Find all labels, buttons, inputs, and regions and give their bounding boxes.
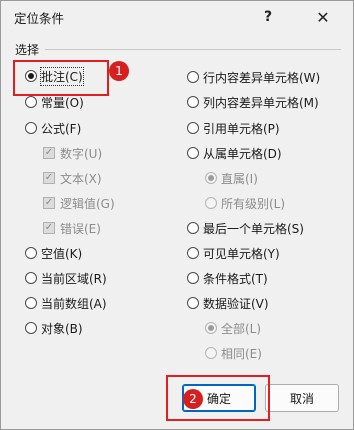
radio-dot-icon xyxy=(187,122,199,134)
radio-dot-icon xyxy=(187,297,199,309)
radio-visible-cells[interactable]: 可见单元格(Y) xyxy=(187,243,280,263)
checkmark-icon: ✓ xyxy=(43,197,55,209)
radio-dot-icon xyxy=(187,247,199,259)
checkbox-logicals[interactable]: ✓ 逻辑值(G) xyxy=(43,193,115,213)
radio-dot-icon xyxy=(205,172,217,184)
radio-dot-icon xyxy=(205,347,217,359)
radio-direct-only[interactable]: 直属(I) xyxy=(205,168,258,188)
cancel-button[interactable]: 取消 xyxy=(265,384,339,412)
radio-dot-icon xyxy=(187,222,199,234)
radio-dependents[interactable]: 从属单元格(D) xyxy=(187,143,282,163)
close-icon: ✕ xyxy=(316,7,330,27)
radio-dot-icon xyxy=(25,322,37,334)
radio-dot-icon xyxy=(25,272,37,284)
checkbox-errors[interactable]: ✓ 错误(E) xyxy=(43,218,101,238)
radio-data-validation[interactable]: 数据验证(V) xyxy=(187,293,269,313)
checkmark-icon: ✓ xyxy=(43,147,55,159)
checkbox-text[interactable]: ✓ 文本(X) xyxy=(43,168,102,188)
radio-dot-icon xyxy=(187,96,199,108)
annotation-highlight-ok xyxy=(166,375,270,421)
checkbox-numbers[interactable]: ✓ 数字(U) xyxy=(43,143,102,163)
help-button[interactable]: ? xyxy=(255,5,281,29)
radio-precedents[interactable]: 引用单元格(P) xyxy=(187,118,280,138)
checkmark-icon: ✓ xyxy=(43,172,55,184)
radio-dot-icon xyxy=(25,122,37,134)
group-divider xyxy=(45,49,341,50)
radio-dot-icon xyxy=(25,297,37,309)
radio-current-array[interactable]: 当前数组(A) xyxy=(25,293,107,313)
radio-dot-icon xyxy=(205,197,217,209)
radio-column-differences[interactable]: 列内容差异单元格(M) xyxy=(187,92,319,112)
radio-dot-icon xyxy=(25,96,37,108)
radio-conditional-formats[interactable]: 条件格式(T) xyxy=(187,268,268,288)
radio-dot-icon xyxy=(187,272,199,284)
annotation-badge-1: 1 xyxy=(109,61,129,81)
group-label-select: 选择 xyxy=(15,43,40,57)
radio-current-region[interactable]: 当前区域(R) xyxy=(25,268,107,288)
radio-validation-all[interactable]: 全部(L) xyxy=(205,318,261,338)
dialog-title: 定位条件 xyxy=(14,11,65,26)
radio-last-cell[interactable]: 最后一个单元格(S) xyxy=(187,218,304,238)
radio-formulas[interactable]: 公式(F) xyxy=(25,118,81,138)
radio-dot-icon xyxy=(25,247,37,259)
radio-objects[interactable]: 对象(B) xyxy=(25,318,83,338)
radio-dot-icon xyxy=(187,147,199,159)
radio-row-differences[interactable]: 行内容差异单元格(W) xyxy=(187,67,320,87)
radio-all-levels[interactable]: 所有级别(L) xyxy=(205,193,285,213)
radio-validation-same[interactable]: 相同(E) xyxy=(205,343,262,363)
close-button[interactable]: ✕ xyxy=(310,5,336,29)
radio-dot-icon xyxy=(187,71,199,83)
annotation-badge-2: 2 xyxy=(183,389,203,409)
radio-blanks[interactable]: 空值(K) xyxy=(25,243,82,263)
annotation-highlight-comments xyxy=(13,60,109,96)
checkmark-icon: ✓ xyxy=(43,222,55,234)
title-bar: 定位条件 ? ✕ xyxy=(1,1,353,33)
go-to-special-dialog: 定位条件 ? ✕ 选择 批注(C) 常量(O) 公式(F) ✓ 数字(U) ✓ … xyxy=(0,0,354,430)
radio-dot-icon xyxy=(205,322,217,334)
